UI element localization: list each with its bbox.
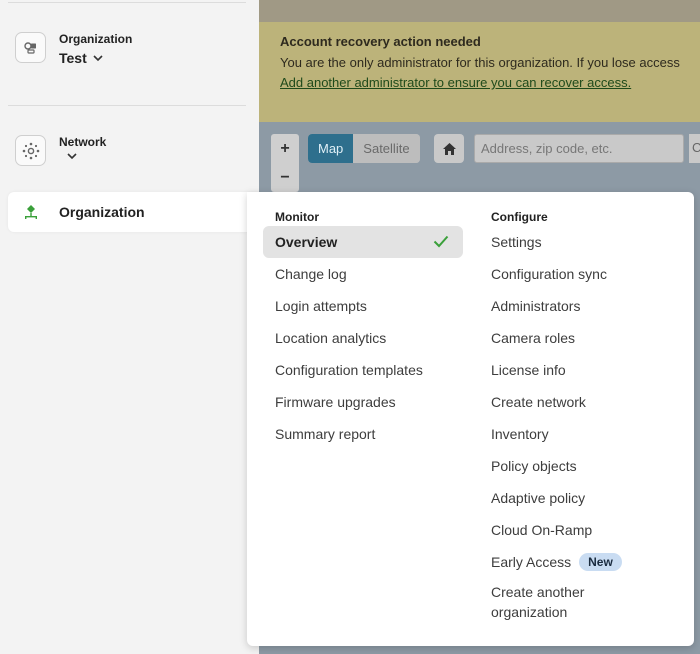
menu-item-early-access[interactable]: Early Access New bbox=[479, 546, 689, 578]
org-tree-icon bbox=[16, 204, 46, 220]
check-icon bbox=[433, 235, 449, 251]
configure-column: Configure Settings Configuration sync Ad… bbox=[479, 210, 689, 630]
sidebar-divider bbox=[8, 2, 246, 3]
network-icon bbox=[15, 135, 46, 166]
configure-heading: Configure bbox=[491, 210, 548, 224]
monitor-column: Monitor Overview Change log Login attemp… bbox=[263, 210, 463, 450]
menu-item-create-another-organization[interactable]: Create another organization bbox=[479, 578, 689, 630]
menu-item-login-attempts[interactable]: Login attempts bbox=[263, 290, 463, 322]
menu-item-label: Create another organization bbox=[491, 584, 585, 620]
sidebar-item-organization[interactable]: Organization bbox=[8, 192, 260, 232]
satellite-view-button[interactable]: Satellite bbox=[353, 134, 420, 163]
menu-item-location-analytics[interactable]: Location analytics bbox=[263, 322, 463, 354]
map-view-button[interactable]: Map bbox=[308, 134, 354, 163]
zoom-in-button[interactable]: + bbox=[271, 134, 299, 163]
organization-menu: Monitor Overview Change log Login attemp… bbox=[247, 192, 694, 646]
menu-item-configuration-sync[interactable]: Configuration sync bbox=[479, 258, 689, 290]
menu-item-label: Early Access bbox=[491, 554, 572, 570]
menu-item-configuration-templates[interactable]: Configuration templates bbox=[263, 354, 463, 386]
map-type-toggle: Map Satellite bbox=[308, 134, 420, 163]
menu-item-policy-objects[interactable]: Policy objects bbox=[479, 450, 689, 482]
organization-label: Organization bbox=[59, 32, 133, 46]
network-label: Network bbox=[59, 135, 107, 149]
menu-item-firmware-upgrades[interactable]: Firmware upgrades bbox=[263, 386, 463, 418]
new-badge: New bbox=[579, 553, 622, 571]
menu-item-camera-roles[interactable]: Camera roles bbox=[479, 322, 689, 354]
home-icon bbox=[442, 142, 456, 155]
sidebar-item-label: Organization bbox=[59, 204, 145, 220]
organization-icon bbox=[15, 32, 46, 63]
menu-item-label: Overview bbox=[275, 234, 338, 250]
organization-name: Test bbox=[59, 50, 87, 66]
menu-item-cloud-on-ramp[interactable]: Cloud On-Ramp bbox=[479, 514, 689, 546]
organization-value: Test bbox=[59, 50, 132, 66]
top-band bbox=[259, 0, 700, 22]
sidebar: Organization Test Network Organization bbox=[0, 0, 260, 654]
menu-item-summary-report[interactable]: Summary report bbox=[263, 418, 463, 450]
add-admin-link[interactable]: Add another administrator to ensure you … bbox=[280, 75, 631, 90]
menu-item-administrators[interactable]: Administrators bbox=[479, 290, 689, 322]
zoom-control: + − bbox=[271, 134, 299, 192]
zoom-out-button[interactable]: − bbox=[271, 163, 299, 192]
home-button[interactable] bbox=[434, 134, 464, 163]
network-selector[interactable]: Network bbox=[15, 135, 106, 166]
monitor-heading: Monitor bbox=[275, 210, 319, 224]
chevron-down-icon bbox=[93, 54, 103, 62]
menu-item-license-info[interactable]: License info bbox=[479, 354, 689, 386]
organization-selector[interactable]: Organization Test bbox=[15, 32, 132, 66]
banner-title: Account recovery action needed bbox=[280, 34, 481, 49]
chevron-down-icon bbox=[67, 153, 77, 160]
banner-text: You are the only administrator for this … bbox=[280, 55, 680, 70]
menu-item-adaptive-policy[interactable]: Adaptive policy bbox=[479, 482, 689, 514]
menu-item-create-network[interactable]: Create network bbox=[479, 386, 689, 418]
map-extra-control[interactable]: C bbox=[689, 134, 700, 163]
menu-item-change-log[interactable]: Change log bbox=[263, 258, 463, 290]
recovery-banner: Account recovery action needed You are t… bbox=[259, 22, 700, 122]
address-search-input[interactable]: Address, zip code, etc. bbox=[474, 134, 684, 163]
menu-item-overview[interactable]: Overview bbox=[263, 226, 463, 258]
sidebar-divider bbox=[8, 105, 246, 106]
network-value bbox=[59, 153, 106, 160]
menu-item-inventory[interactable]: Inventory bbox=[479, 418, 689, 450]
menu-item-settings[interactable]: Settings bbox=[479, 226, 689, 258]
